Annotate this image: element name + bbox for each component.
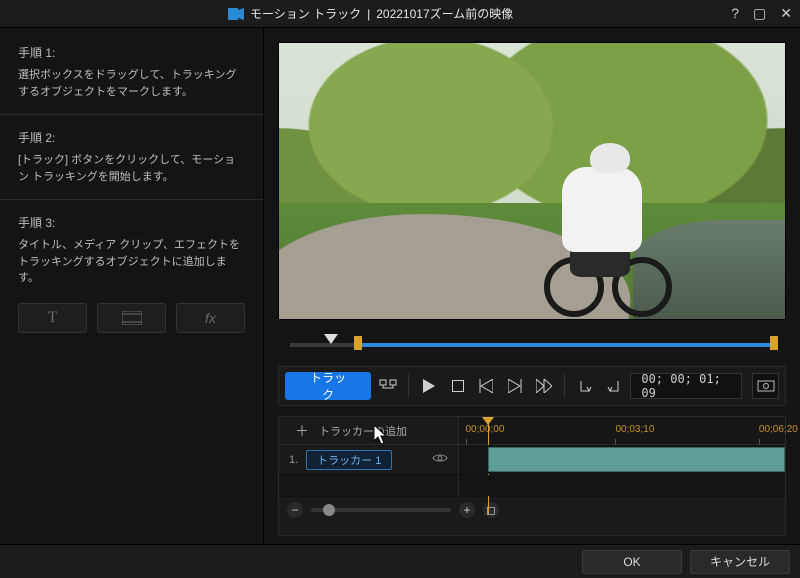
step2-title: 手順 2: (18, 129, 245, 146)
timeline-ruler[interactable]: 00;00;00 00;03;10 00;06;20 (459, 417, 785, 444)
text-icon: T (48, 309, 58, 327)
zoom-fit-button[interactable]: ◻ (483, 502, 499, 518)
ok-button[interactable]: OK (582, 550, 682, 574)
add-tracker-button[interactable]: ＋ トラッカーの追加 (279, 417, 459, 444)
divider (408, 374, 409, 398)
mark-in-button[interactable] (573, 372, 598, 400)
plus-icon: ＋ (295, 421, 309, 441)
video-preview[interactable] (278, 42, 786, 320)
instructions-panel: 手順 1: 選択ボックスをドラッグして、トラッキングするオブジェクトをマークしま… (0, 28, 264, 544)
range-slider[interactable] (278, 330, 786, 358)
prev-frame-button[interactable] (474, 372, 499, 400)
fullscreen-preview-button[interactable] (752, 373, 779, 399)
step1-title: 手順 1: (18, 44, 245, 61)
step-back-icon (479, 379, 493, 393)
timeline-zoom-bar: − + ◻ (279, 497, 785, 523)
eye-icon (432, 452, 448, 464)
title-bar: モーション トラック | 20221017ズーム前の映像 ? ▢ ✕ (0, 0, 800, 28)
step3-title: 手順 3: (18, 214, 245, 231)
ruler-tick: 00;00;00 (466, 424, 505, 435)
stop-icon (452, 380, 464, 392)
fast-forward-button[interactable] (531, 372, 556, 400)
ruler-tick: 00;03;10 (615, 424, 654, 435)
app-icon (228, 8, 244, 20)
timeline-panel: ＋ トラッカーの追加 00;00;00 00;03;10 00;06;20 1.… (278, 416, 786, 536)
close-button[interactable]: ✕ (780, 5, 792, 22)
tracker-name-button[interactable]: トラッカー 1 (306, 450, 392, 470)
divider (0, 114, 263, 115)
main-panel: トラック 00; 00; 01; 09 ＋ トラッカーの追加 (264, 28, 800, 544)
mark-out-handle[interactable] (770, 336, 778, 350)
window-title: モーション トラック | 20221017ズーム前の映像 (228, 5, 513, 22)
maximize-button[interactable]: ▢ (753, 5, 766, 22)
play-button[interactable] (417, 372, 442, 400)
tracker-visibility-toggle[interactable] (432, 452, 448, 467)
media-clip-icon (122, 311, 142, 325)
add-title-button[interactable]: T (18, 303, 87, 333)
zoom-slider[interactable] (311, 508, 451, 512)
divider (564, 374, 565, 398)
playback-toolbar: トラック 00; 00; 01; 09 (278, 366, 786, 406)
step1-body: 選択ボックスをドラッグして、トラッキングするオブジェクトをマークします。 (18, 67, 245, 100)
track-options-button[interactable] (375, 372, 400, 400)
next-frame-button[interactable] (503, 372, 528, 400)
stop-button[interactable] (445, 372, 470, 400)
divider (0, 199, 263, 200)
mark-out-icon (606, 379, 622, 393)
play-icon (423, 379, 435, 393)
mark-in-icon (577, 379, 593, 393)
mark-out-button[interactable] (602, 372, 627, 400)
add-media-button[interactable] (97, 303, 166, 333)
help-button[interactable]: ? (731, 5, 739, 22)
cyclist-illustration (552, 137, 672, 307)
tracker-options-icon (379, 379, 397, 393)
add-tracker-label: トラッカーの追加 (319, 423, 407, 439)
track-index: 1. (289, 454, 298, 466)
tracker-lane[interactable] (459, 445, 785, 474)
mark-in-handle[interactable] (354, 336, 362, 350)
zoom-in-button[interactable]: + (459, 502, 475, 518)
dialog-footer: OK キャンセル (0, 544, 800, 578)
fx-icon: fx (205, 310, 216, 326)
track-button[interactable]: トラック (285, 372, 371, 400)
step-forward-icon (508, 379, 522, 393)
tracker-clip[interactable] (488, 447, 785, 472)
playhead-marker-icon[interactable] (324, 334, 338, 344)
tracker-row: 1. トラッカー 1 (279, 445, 785, 475)
zoom-out-button[interactable]: − (287, 502, 303, 518)
step2-body: [トラック] ボタンをクリックして、モーション トラッキングを開始します。 (18, 152, 245, 185)
fast-forward-icon (536, 379, 552, 393)
step3-body: タイトル、メディア クリップ、エフェクトをトラッキングするオブジェクトに追加しま… (18, 237, 245, 287)
add-effect-button[interactable]: fx (176, 303, 245, 333)
eye-rect-icon (757, 380, 775, 392)
ruler-tick: 00;06;20 (759, 424, 798, 435)
zoom-thumb[interactable] (323, 504, 335, 516)
timecode-display[interactable]: 00; 00; 01; 09 (630, 373, 742, 399)
cancel-button[interactable]: キャンセル (690, 550, 790, 574)
